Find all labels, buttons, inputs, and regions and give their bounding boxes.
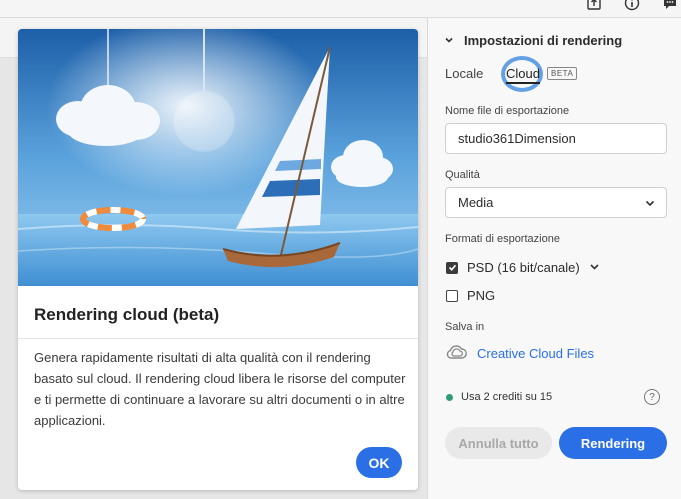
render-settings-panel: Impostazioni di rendering Locale Cloud B… (427, 18, 681, 499)
top-toolbar (0, 0, 681, 18)
creative-cloud-icon (446, 344, 468, 363)
help-icon[interactable]: ? (644, 389, 660, 405)
beta-badge: BETA (547, 67, 578, 80)
png-checkbox[interactable] (446, 289, 458, 302)
render-button[interactable]: Rendering (559, 427, 667, 459)
panel-title: Impostazioni di rendering (464, 33, 623, 48)
quality-select[interactable]: Media (445, 187, 667, 218)
png-label: PNG (467, 288, 496, 303)
quality-label: Qualità (445, 169, 480, 181)
divider (18, 338, 418, 339)
format-png-option[interactable]: PNG (446, 288, 495, 303)
info-icon[interactable] (623, 0, 641, 12)
ok-button[interactable]: OK (356, 447, 402, 478)
dialog-description: Genera rapidamente risultati di alta qua… (34, 350, 406, 428)
share-icon[interactable] (585, 0, 603, 12)
filename-field[interactable]: studio361Dimension (445, 123, 667, 154)
hero-illustration (18, 29, 418, 286)
save-location-label: Creative Cloud Files (477, 346, 595, 361)
mode-local-tab[interactable]: Locale (445, 66, 483, 81)
comment-icon[interactable] (661, 0, 679, 12)
cancel-all-button[interactable]: Annulla tutto (445, 427, 552, 459)
save-location-link[interactable]: Creative Cloud Files (446, 344, 594, 363)
status-dot (446, 393, 453, 401)
quality-value: Media (458, 195, 494, 210)
psd-label: PSD (16 bit/canale) (467, 260, 580, 275)
dialog-title: Rendering cloud (beta) (34, 305, 220, 324)
formats-label: Formati di esportazione (445, 233, 560, 245)
credits-status: Usa 2 crediti su 15 (446, 391, 552, 403)
filename-label: Nome file di esportazione (445, 105, 570, 117)
chevron-down-icon[interactable] (444, 33, 454, 48)
mode-cloud-tab[interactable]: Cloud (506, 66, 540, 84)
chevron-down-icon[interactable] (589, 260, 600, 275)
top-icons (585, 0, 681, 12)
chevron-down-icon (644, 197, 656, 212)
save-in-label: Salva in (445, 321, 485, 333)
credits-text: Usa 2 crediti su 15 (461, 391, 553, 403)
psd-checkbox[interactable] (446, 261, 458, 274)
format-psd-option[interactable]: PSD (16 bit/canale) (446, 260, 600, 275)
cloud-rendering-dialog: Rendering cloud (beta) Genera rapidament… (18, 29, 418, 490)
render-settings-header[interactable]: Impostazioni di rendering (444, 33, 622, 48)
